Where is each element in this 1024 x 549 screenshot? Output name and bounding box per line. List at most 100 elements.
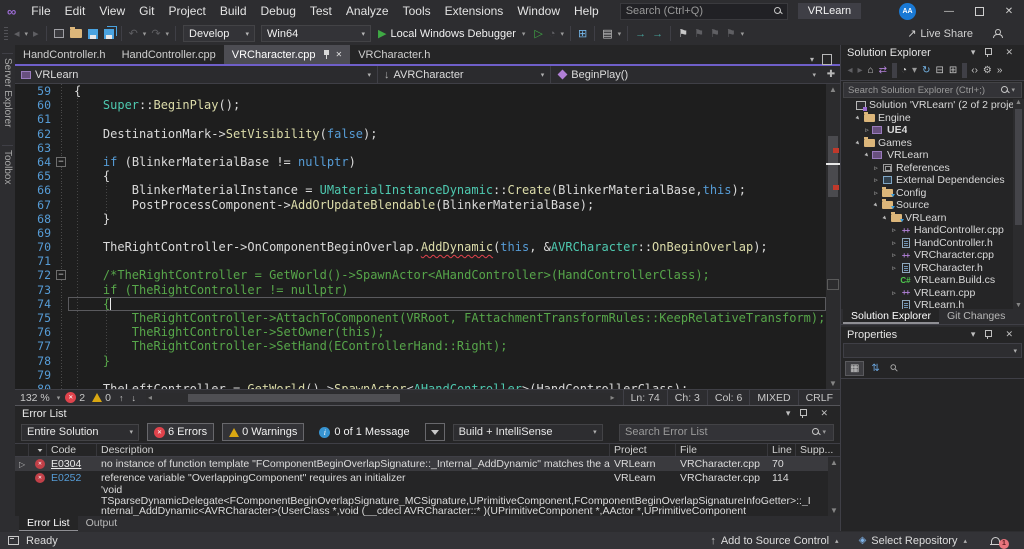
code-line-69[interactable]: 69 bbox=[15, 225, 826, 241]
menu-tools[interactable]: Tools bbox=[396, 0, 438, 22]
fold-margin[interactable] bbox=[55, 339, 68, 354]
close-icon[interactable]: ✕ bbox=[815, 408, 833, 419]
attach-to-process-icon[interactable]: ⊞ bbox=[575, 27, 590, 40]
code-line-62[interactable]: 62 DestinationMark->SetVisibility(false)… bbox=[15, 126, 826, 141]
start-debugging-button[interactable]: ▶ Local Windows Debugger ▾ bbox=[374, 27, 531, 41]
scroll-up-icon[interactable]: ▲ bbox=[826, 85, 840, 94]
show-all-files-icon[interactable]: ⊞ bbox=[946, 65, 959, 76]
errors-filter-button[interactable]: ✕ 6 Errors bbox=[147, 423, 215, 441]
fold-margin[interactable] bbox=[55, 367, 68, 383]
scroll-up-icon[interactable]: ▲ bbox=[1013, 99, 1024, 106]
home-icon[interactable]: ⌂ bbox=[865, 65, 876, 76]
fold-margin[interactable] bbox=[55, 112, 68, 127]
live-share-button[interactable]: ↗ Live Share bbox=[907, 27, 1024, 40]
error-row[interactable]: ✕ E0252 reference variable "OverlappingCom… bbox=[15, 471, 840, 485]
fold-margin[interactable] bbox=[55, 381, 68, 389]
tree-scrollbar[interactable]: ▲ ▼ bbox=[1013, 99, 1024, 309]
solution-explorer-tab[interactable]: Solution Explorer bbox=[843, 309, 939, 324]
tree-item-vrlearn.cpp[interactable]: ▹ ++ VRLearn.cpp bbox=[841, 287, 1013, 300]
error-file-cell[interactable]: VRCharacter.cpp bbox=[676, 472, 768, 484]
properties-wrench-icon[interactable]: ⚙ bbox=[980, 65, 994, 76]
alphabetical-icon[interactable]: ⇅ bbox=[867, 362, 883, 375]
collapsed-arrow-icon[interactable]: ▹ bbox=[889, 226, 899, 234]
next-issue-icon[interactable]: ↓ bbox=[127, 393, 140, 403]
next-bookmark-icon[interactable]: ⚑ bbox=[707, 27, 723, 40]
row-expander[interactable]: ▷ bbox=[15, 460, 29, 469]
scroll-right-icon[interactable]: ▸ bbox=[611, 393, 615, 403]
scrollbar-thumb[interactable] bbox=[1015, 109, 1022, 225]
solution-search-input[interactable] bbox=[848, 84, 1002, 96]
redo-caret[interactable]: ▾ bbox=[164, 30, 172, 38]
close-icon[interactable]: ✕ bbox=[1000, 329, 1018, 340]
solution-platform-dropdown[interactable]: Win64 ▾ bbox=[261, 25, 372, 42]
code-line-59[interactable]: 59 { bbox=[15, 84, 826, 99]
fold-margin[interactable] bbox=[55, 197, 68, 212]
quick-search-box[interactable] bbox=[619, 2, 788, 20]
feedback-person-icon[interactable] bbox=[993, 29, 1003, 38]
close-button[interactable]: ✕ bbox=[994, 0, 1024, 22]
open-file-icon[interactable] bbox=[67, 27, 85, 38]
project-column-header[interactable]: Project bbox=[610, 444, 676, 456]
scroll-down-icon[interactable]: ▼ bbox=[1013, 302, 1024, 309]
code-line-76[interactable]: 76 TheRightController->SetOwner(this); bbox=[15, 325, 826, 340]
description-column-header[interactable]: Description bbox=[97, 444, 610, 456]
error-row[interactable]: ▷ ✕ E0304 no instance of function template … bbox=[15, 457, 840, 471]
fold-margin[interactable] bbox=[55, 140, 68, 156]
collapsed-arrow-icon[interactable]: ▹ bbox=[871, 164, 881, 172]
file-column-header[interactable]: File bbox=[676, 444, 768, 456]
pin-icon[interactable] bbox=[323, 50, 330, 59]
collapsed-arrow-icon[interactable]: ▹ bbox=[889, 264, 899, 272]
window-position-caret-icon[interactable]: ▾ bbox=[966, 47, 981, 58]
solution-configuration-dropdown[interactable]: Develop ▾ bbox=[183, 25, 256, 42]
tree-item-vrcharacter.h[interactable]: ▹ VRCharacter.h bbox=[841, 262, 1013, 275]
code-line-72[interactable]: 72− /*TheRightController = GetWorld()->S… bbox=[15, 268, 826, 283]
git-changes-tab[interactable]: Git Changes bbox=[939, 309, 1013, 324]
error-list-search-box[interactable]: ▾ bbox=[619, 423, 834, 441]
clear-bookmarks-icon[interactable]: ⚑ bbox=[723, 27, 739, 40]
tree-item-config[interactable]: ▹ Config bbox=[841, 186, 1013, 200]
error-search-input[interactable] bbox=[625, 426, 813, 438]
profiler-caret[interactable]: ▾ bbox=[559, 30, 567, 38]
line-column-header[interactable]: Line bbox=[768, 444, 796, 456]
messages-filter-button[interactable]: i 0 of 1 Message bbox=[312, 423, 416, 441]
save-icon[interactable] bbox=[85, 28, 101, 39]
undo-icon[interactable]: ↶ bbox=[126, 27, 141, 40]
toggle-bookmark-icon[interactable]: ⚑ bbox=[675, 27, 691, 40]
tab-handcontroller.cpp[interactable]: HandController.cpp bbox=[114, 45, 224, 64]
tree-item-source[interactable]: ▸ Source bbox=[841, 199, 1013, 212]
code-lines[interactable]: 59{60 Super::BeginPlay(); 61 62 Destinatio… bbox=[15, 84, 826, 389]
error-list-tab[interactable]: Error List bbox=[19, 516, 78, 532]
fold-margin[interactable] bbox=[55, 353, 68, 368]
collapsed-arrow-icon[interactable]: ▹ bbox=[889, 239, 899, 247]
refresh-icon[interactable]: ↻ bbox=[920, 65, 933, 76]
tree-item-vrcharacter.cpp[interactable]: ▹ ++ VRCharacter.cpp bbox=[841, 249, 1013, 262]
account-avatar[interactable]: AA bbox=[899, 2, 916, 20]
type-dropdown[interactable]: ↓ AVRCharacter ▾ bbox=[378, 66, 552, 83]
quick-search-input[interactable] bbox=[625, 5, 774, 17]
find-in-files-icon[interactable]: ▤ bbox=[599, 27, 615, 40]
previous-bookmark-icon[interactable]: ⚑ bbox=[691, 27, 707, 40]
navigate-back-icon[interactable]: ◂ bbox=[11, 27, 23, 40]
window-position-caret-icon[interactable]: ▾ bbox=[966, 329, 981, 340]
tree-item-handcontroller.h[interactable]: ▹ HandController.h bbox=[841, 237, 1013, 250]
tree-item-references[interactable]: ▹ References bbox=[841, 162, 1013, 175]
performance-profiler-icon[interactable]: ◔ bbox=[546, 28, 559, 40]
step-over-icon[interactable]: → bbox=[649, 28, 666, 40]
code-line-71[interactable]: 71 bbox=[15, 254, 826, 269]
fold-margin[interactable] bbox=[55, 325, 68, 340]
notification-count-badge[interactable]: 1 bbox=[999, 538, 1009, 549]
fold-margin[interactable] bbox=[55, 296, 68, 312]
code-line-61[interactable]: 61 bbox=[15, 112, 826, 127]
collapsed-arrow-icon[interactable]: ▹ bbox=[889, 251, 899, 259]
fold-margin[interactable] bbox=[55, 211, 68, 227]
horizontal-scrollbar[interactable]: ◂ ▸ bbox=[145, 392, 617, 403]
error-code-cell[interactable]: E0304 bbox=[47, 458, 97, 470]
tree-item-external-dependencies[interactable]: ▹ External Dependencies bbox=[841, 174, 1013, 187]
categorized-icon[interactable]: ▦ bbox=[845, 361, 865, 376]
tab-handcontroller.h[interactable]: HandController.h bbox=[15, 45, 114, 64]
line-ending-indicator[interactable]: CRLF bbox=[797, 389, 840, 406]
fold-margin[interactable] bbox=[55, 254, 68, 269]
line-indicator[interactable]: Ln: 74 bbox=[622, 389, 667, 406]
tab-vrcharacter.cpp[interactable]: VRCharacter.cpp ✕ bbox=[223, 45, 351, 64]
close-icon[interactable]: ✕ bbox=[1000, 47, 1018, 58]
